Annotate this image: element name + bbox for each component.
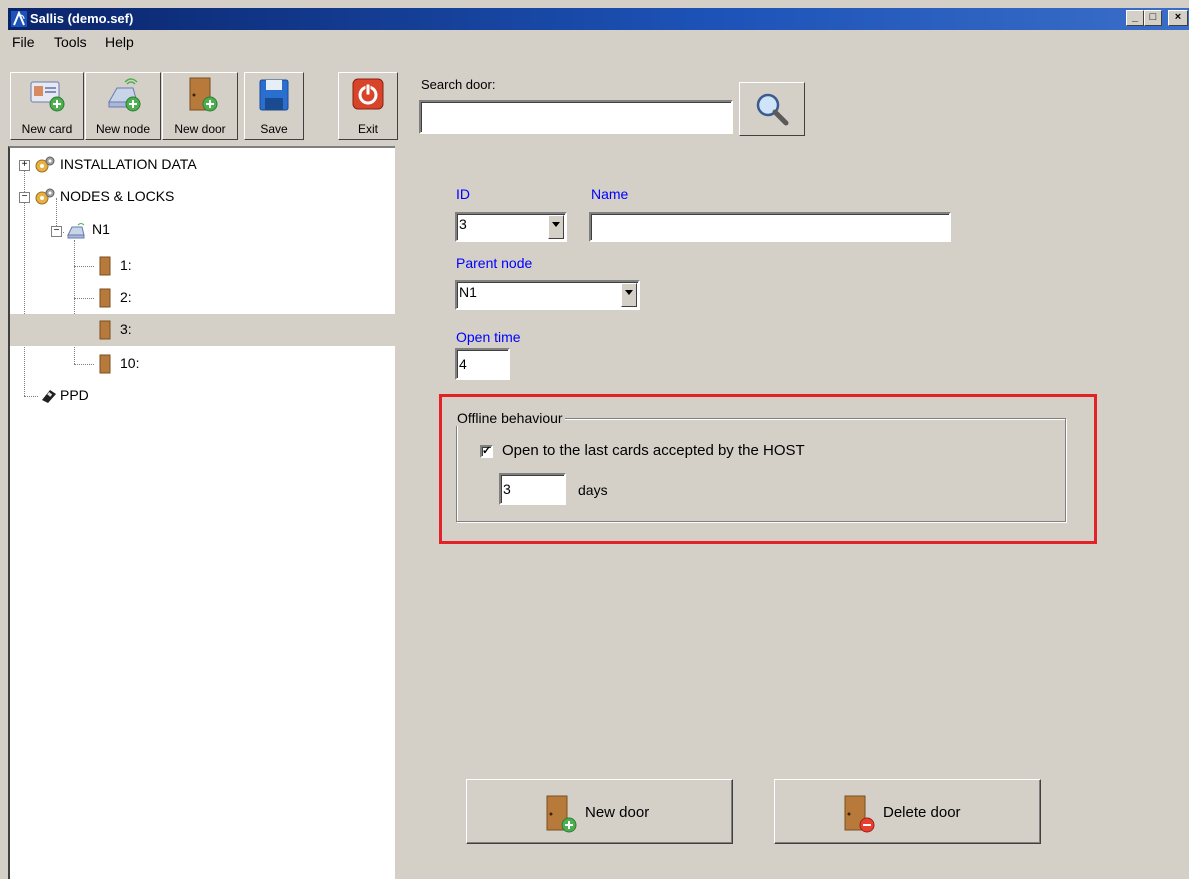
minimize-button[interactable]: _	[1126, 10, 1144, 26]
expand-toggle[interactable]: +	[19, 160, 30, 171]
menu-tools[interactable]: Tools	[54, 34, 87, 50]
tree-item-label: 10:	[120, 355, 140, 371]
search-button[interactable]	[739, 82, 805, 136]
tree-item-label: PPD	[60, 387, 89, 403]
tree-item-label: 3:	[120, 321, 132, 337]
door-icon	[99, 288, 111, 308]
maximize-button[interactable]: □	[1144, 10, 1162, 26]
collapse-toggle[interactable]: −	[19, 192, 30, 203]
gears-icon	[35, 156, 55, 173]
door-icon	[99, 320, 111, 340]
save-label: Save	[260, 122, 288, 136]
new-door-button[interactable]: New door	[466, 779, 733, 844]
close-button[interactable]: ×	[1168, 10, 1188, 26]
magnifier-icon	[756, 93, 789, 126]
window-title: Sallis (demo.sef)	[30, 11, 134, 26]
name-label: Name	[591, 186, 629, 202]
new-door-button-toolbar[interactable]: New door	[162, 72, 238, 140]
ppd-device-icon	[42, 390, 56, 403]
delete-door-icon	[844, 795, 875, 833]
name-input[interactable]	[589, 212, 951, 242]
exit-label: Exit	[357, 122, 378, 136]
delete-door-button[interactable]: Delete door	[774, 779, 1041, 844]
tree-item-label: NODES & LOCKS	[60, 188, 175, 204]
chevron-down-icon[interactable]	[621, 283, 637, 307]
new-door-label: New door	[174, 122, 226, 136]
new-card-icon	[30, 81, 65, 112]
tree-item-door-2[interactable]: 2:	[10, 282, 395, 314]
tree-item-label: INSTALLATION DATA	[60, 156, 197, 172]
door-icon	[99, 256, 111, 276]
open-time-input[interactable]	[455, 348, 510, 380]
tree-item-label: 1:	[120, 257, 132, 273]
toolbar: New card New node New door Save Exit	[8, 62, 404, 146]
app-icon	[11, 11, 27, 27]
new-door-button-label: New door	[585, 804, 650, 821]
new-node-label: New node	[95, 122, 151, 136]
exit-icon	[352, 78, 384, 110]
offline-behaviour-title: Offline behaviour	[455, 410, 565, 426]
tree-item-ppd[interactable]: PPD	[10, 380, 395, 412]
parent-node-label: Parent node	[456, 255, 533, 271]
save-icon	[259, 79, 289, 111]
chevron-down-icon[interactable]	[548, 215, 564, 239]
menu-help[interactable]: Help	[105, 34, 134, 50]
tree-item-label: N1	[92, 221, 110, 237]
days-input[interactable]	[499, 473, 566, 505]
new-node-button[interactable]: New node	[85, 72, 161, 140]
last-cards-checkbox[interactable]: ✓	[480, 445, 493, 458]
new-card-label: New card	[21, 122, 73, 136]
save-button[interactable]: Save	[244, 72, 304, 140]
parent-node-value: N1	[459, 284, 477, 300]
door-icon	[99, 354, 111, 374]
tree-item-installation-data[interactable]: + INSTALLATION DATA	[10, 149, 395, 181]
id-select[interactable]: 3	[455, 212, 567, 242]
open-time-label: Open time	[456, 329, 521, 345]
new-node-icon	[108, 78, 141, 112]
tree-item-nodes-locks[interactable]: − NODES & LOCKS	[10, 181, 395, 213]
new-door-icon	[546, 795, 577, 833]
tree-item-label: 2:	[120, 289, 132, 305]
offline-behaviour-group	[456, 418, 1066, 522]
tree-item-n1[interactable]: − N1	[10, 214, 395, 246]
menu-file[interactable]: File	[12, 34, 35, 50]
tree-item-door-10[interactable]: 10:	[10, 348, 395, 380]
tree-item-door-3[interactable]: 3:	[10, 314, 395, 346]
delete-door-button-label: Delete door	[883, 804, 961, 821]
search-input[interactable]	[419, 100, 733, 134]
last-cards-label: Open to the last cards accepted by the H…	[502, 442, 805, 459]
title-bar: Sallis (demo.sef) _ □ ×	[8, 8, 1189, 30]
id-select-value: 3	[459, 216, 467, 232]
tree-panel: + INSTALLATION DATA − NODES & LOCKS − N1…	[8, 146, 395, 879]
tree-item-door-1[interactable]: 1:	[10, 250, 395, 282]
collapse-toggle[interactable]: −	[51, 226, 62, 237]
new-card-button[interactable]: New card	[10, 72, 84, 140]
gears-icon	[35, 188, 55, 205]
exit-button[interactable]: Exit	[338, 72, 398, 140]
days-label: days	[578, 482, 608, 498]
new-door-icon	[189, 77, 218, 112]
menu-bar: File Tools Help	[8, 30, 1189, 54]
id-label: ID	[456, 186, 470, 202]
node-icon	[67, 223, 85, 239]
search-label: Search door:	[421, 77, 496, 92]
parent-node-select[interactable]: N1	[455, 280, 640, 310]
